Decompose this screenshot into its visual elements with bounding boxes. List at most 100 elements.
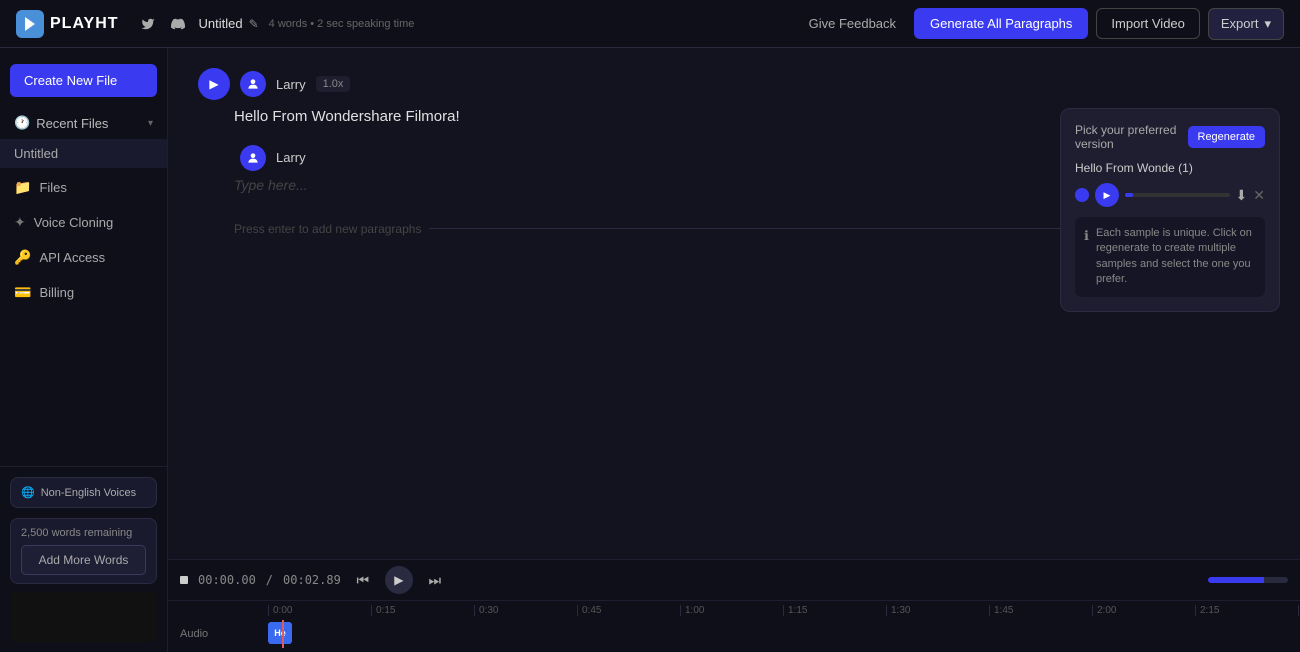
voice-avatar-2 xyxy=(240,145,266,171)
sidebar-billing-label: Billing xyxy=(39,285,74,300)
header-left: PLAYHT Untitled ✎ 4 words • 2 sec speaki… xyxy=(16,10,414,38)
ruler-mark-1: 0:15 xyxy=(371,605,474,616)
timeline-volume-bar xyxy=(1208,577,1288,583)
popup-panel: Pick your preferred version Regenerate H… xyxy=(1060,108,1280,312)
sample-play-button[interactable]: ▶ xyxy=(1095,183,1119,207)
sample-download-icon[interactable]: ⬇ xyxy=(1236,187,1248,204)
ruler-mark-3: 0:45 xyxy=(577,605,680,616)
globe-icon: 🌐 xyxy=(21,486,35,499)
ruler-mark-7: 1:45 xyxy=(989,605,1092,616)
track-label: Audio xyxy=(168,628,268,640)
non-english-voices-banner[interactable]: 🌐 Non-English Voices xyxy=(10,477,157,508)
folder-icon: 📁 xyxy=(14,179,31,196)
popup-title: Pick your preferred version xyxy=(1075,123,1188,151)
generate-all-button[interactable]: Generate All Paragraphs xyxy=(914,8,1088,39)
sidebar-extra-area xyxy=(10,592,157,642)
add-more-words-button[interactable]: Add More Words xyxy=(21,545,146,575)
timeline-current-time: 00:00.00 xyxy=(198,573,256,587)
file-meta: 4 words • 2 sec speaking time xyxy=(269,18,415,30)
timeline-total-time: 00:02.89 xyxy=(283,573,341,587)
sidebar-api-label: API Access xyxy=(39,250,105,265)
timeline-skip-back-button[interactable]: ⏮ xyxy=(351,568,375,592)
sidebar-item-api-access[interactable]: 🔑 API Access xyxy=(0,240,167,275)
sample-player: ▶ ⬇ ✕ xyxy=(1075,183,1265,207)
chevron-down-icon: ▾ xyxy=(148,118,153,129)
discord-icon[interactable] xyxy=(167,13,189,35)
clock-icon: 🕐 xyxy=(14,115,30,131)
timeline-skip-forward-button[interactable]: ⏭ xyxy=(423,568,447,592)
track-content[interactable]: He xyxy=(268,620,1300,648)
info-text: Each sample is unique. Click on regenera… xyxy=(1096,226,1256,288)
editor-area: ▶ Larry 1.0x Hello From Wondershare Film… xyxy=(168,48,1300,559)
create-new-file-button[interactable]: Create New File xyxy=(10,64,157,97)
ruler-mark-4: 1:00 xyxy=(680,605,783,616)
timeline-controls: 00:00.00 / 00:02.89 ⏮ ▶ ⏭ xyxy=(168,560,1300,601)
import-video-button[interactable]: Import Video xyxy=(1096,8,1199,39)
ruler-mark-2: 0:30 xyxy=(474,605,577,616)
sidebar-files-label: Files xyxy=(39,180,66,195)
sample-progress-bar[interactable] xyxy=(1125,193,1230,197)
voice-name-2[interactable]: Larry xyxy=(276,150,306,165)
volume-fill[interactable] xyxy=(1208,577,1288,583)
ruler-mark-8: 2:00 xyxy=(1092,605,1195,616)
regenerate-button[interactable]: Regenerate xyxy=(1188,126,1266,148)
timeline-ruler: 0:00 0:15 0:30 0:45 1:00 1:15 1:30 1:45 … xyxy=(168,601,1300,616)
give-feedback-button[interactable]: Give Feedback xyxy=(799,10,906,37)
sidebar: Create New File 🕐 Recent Files ▾ Untitle… xyxy=(0,48,168,652)
popup-header: Pick your preferred version Regenerate xyxy=(1075,123,1265,151)
sidebar-file-untitled[interactable]: Untitled xyxy=(0,139,167,168)
words-remaining-text: 2,500 words remaining xyxy=(21,527,146,539)
voice-cloning-icon: ✦ xyxy=(14,214,26,231)
sidebar-top: Create New File 🕐 Recent Files ▾ Untitle… xyxy=(0,48,167,466)
social-icons xyxy=(137,13,189,35)
voice-name-1[interactable]: Larry xyxy=(276,77,306,92)
edit-icon[interactable]: ✎ xyxy=(249,17,259,31)
billing-icon: 💳 xyxy=(14,284,31,301)
twitter-icon[interactable] xyxy=(137,13,159,35)
sidebar-section-recent: 🕐 Recent Files ▾ Untitled xyxy=(0,105,167,170)
header-right: Give Feedback Generate All Paragraphs Im… xyxy=(799,8,1284,40)
recent-files-toggle[interactable]: 🕐 Recent Files ▾ xyxy=(0,107,167,139)
timeline-stop-button[interactable] xyxy=(180,576,188,584)
top-header: PLAYHT Untitled ✎ 4 words • 2 sec speaki… xyxy=(0,0,1300,48)
main-layout: Create New File 🕐 Recent Files ▾ Untitle… xyxy=(0,48,1300,652)
logo-icon xyxy=(16,10,44,38)
export-button[interactable]: Export ▾ xyxy=(1208,8,1284,40)
sidebar-bottom: 🌐 Non-English Voices 2,500 words remaini… xyxy=(0,466,167,652)
words-remaining-box: 2,500 words remaining Add More Words xyxy=(10,518,157,584)
non-english-label: Non-English Voices xyxy=(41,487,136,499)
sample-label: Hello From Wonde (1) xyxy=(1075,161,1265,175)
logo-area: PLAYHT xyxy=(16,10,119,38)
sidebar-item-voice-cloning[interactable]: ✦ Voice Cloning xyxy=(0,205,167,240)
voice-avatar-1 xyxy=(240,71,266,97)
file-title[interactable]: Untitled xyxy=(199,16,243,31)
chevron-down-icon: ▾ xyxy=(1264,16,1271,32)
info-icon: ℹ xyxy=(1084,227,1089,288)
sidebar-item-files[interactable]: 📁 Files xyxy=(0,170,167,205)
file-title-area: Untitled ✎ 4 words • 2 sec speaking time xyxy=(199,16,415,31)
ruler-mark-6: 1:30 xyxy=(886,605,989,616)
ruler-mark-5: 1:15 xyxy=(783,605,886,616)
logo-text: PLAYHT xyxy=(50,15,119,33)
api-icon: 🔑 xyxy=(14,249,31,266)
sample-close-button[interactable]: ✕ xyxy=(1253,187,1265,204)
hint-text: Press enter to add new paragraphs xyxy=(234,222,421,236)
speed-badge-1[interactable]: 1.0x xyxy=(316,76,351,92)
export-label: Export xyxy=(1221,16,1259,31)
timeline-play-button[interactable]: ▶ xyxy=(385,566,413,594)
timeline-separator: / xyxy=(266,573,273,587)
paragraph-header-1: ▶ Larry 1.0x xyxy=(198,68,1270,100)
info-box: ℹ Each sample is unique. Click on regene… xyxy=(1075,217,1265,297)
track-block[interactable]: He xyxy=(268,622,292,644)
sidebar-voice-cloning-label: Voice Cloning xyxy=(34,215,114,230)
sample-radio[interactable] xyxy=(1075,188,1089,202)
timeline-area: 00:00.00 / 00:02.89 ⏮ ▶ ⏭ 0:00 0:15 0:30… xyxy=(168,559,1300,652)
paragraph-play-button-1[interactable]: ▶ xyxy=(198,68,230,100)
ruler-mark-0: 0:00 xyxy=(268,605,371,616)
recent-files-label: Recent Files xyxy=(36,116,148,131)
ruler-mark-9: 2:15 xyxy=(1195,605,1298,616)
sample-progress-fill xyxy=(1125,193,1133,197)
sidebar-item-billing[interactable]: 💳 Billing xyxy=(0,275,167,310)
playhead-line xyxy=(282,620,284,648)
timeline-track-area: Audio He xyxy=(168,616,1300,652)
